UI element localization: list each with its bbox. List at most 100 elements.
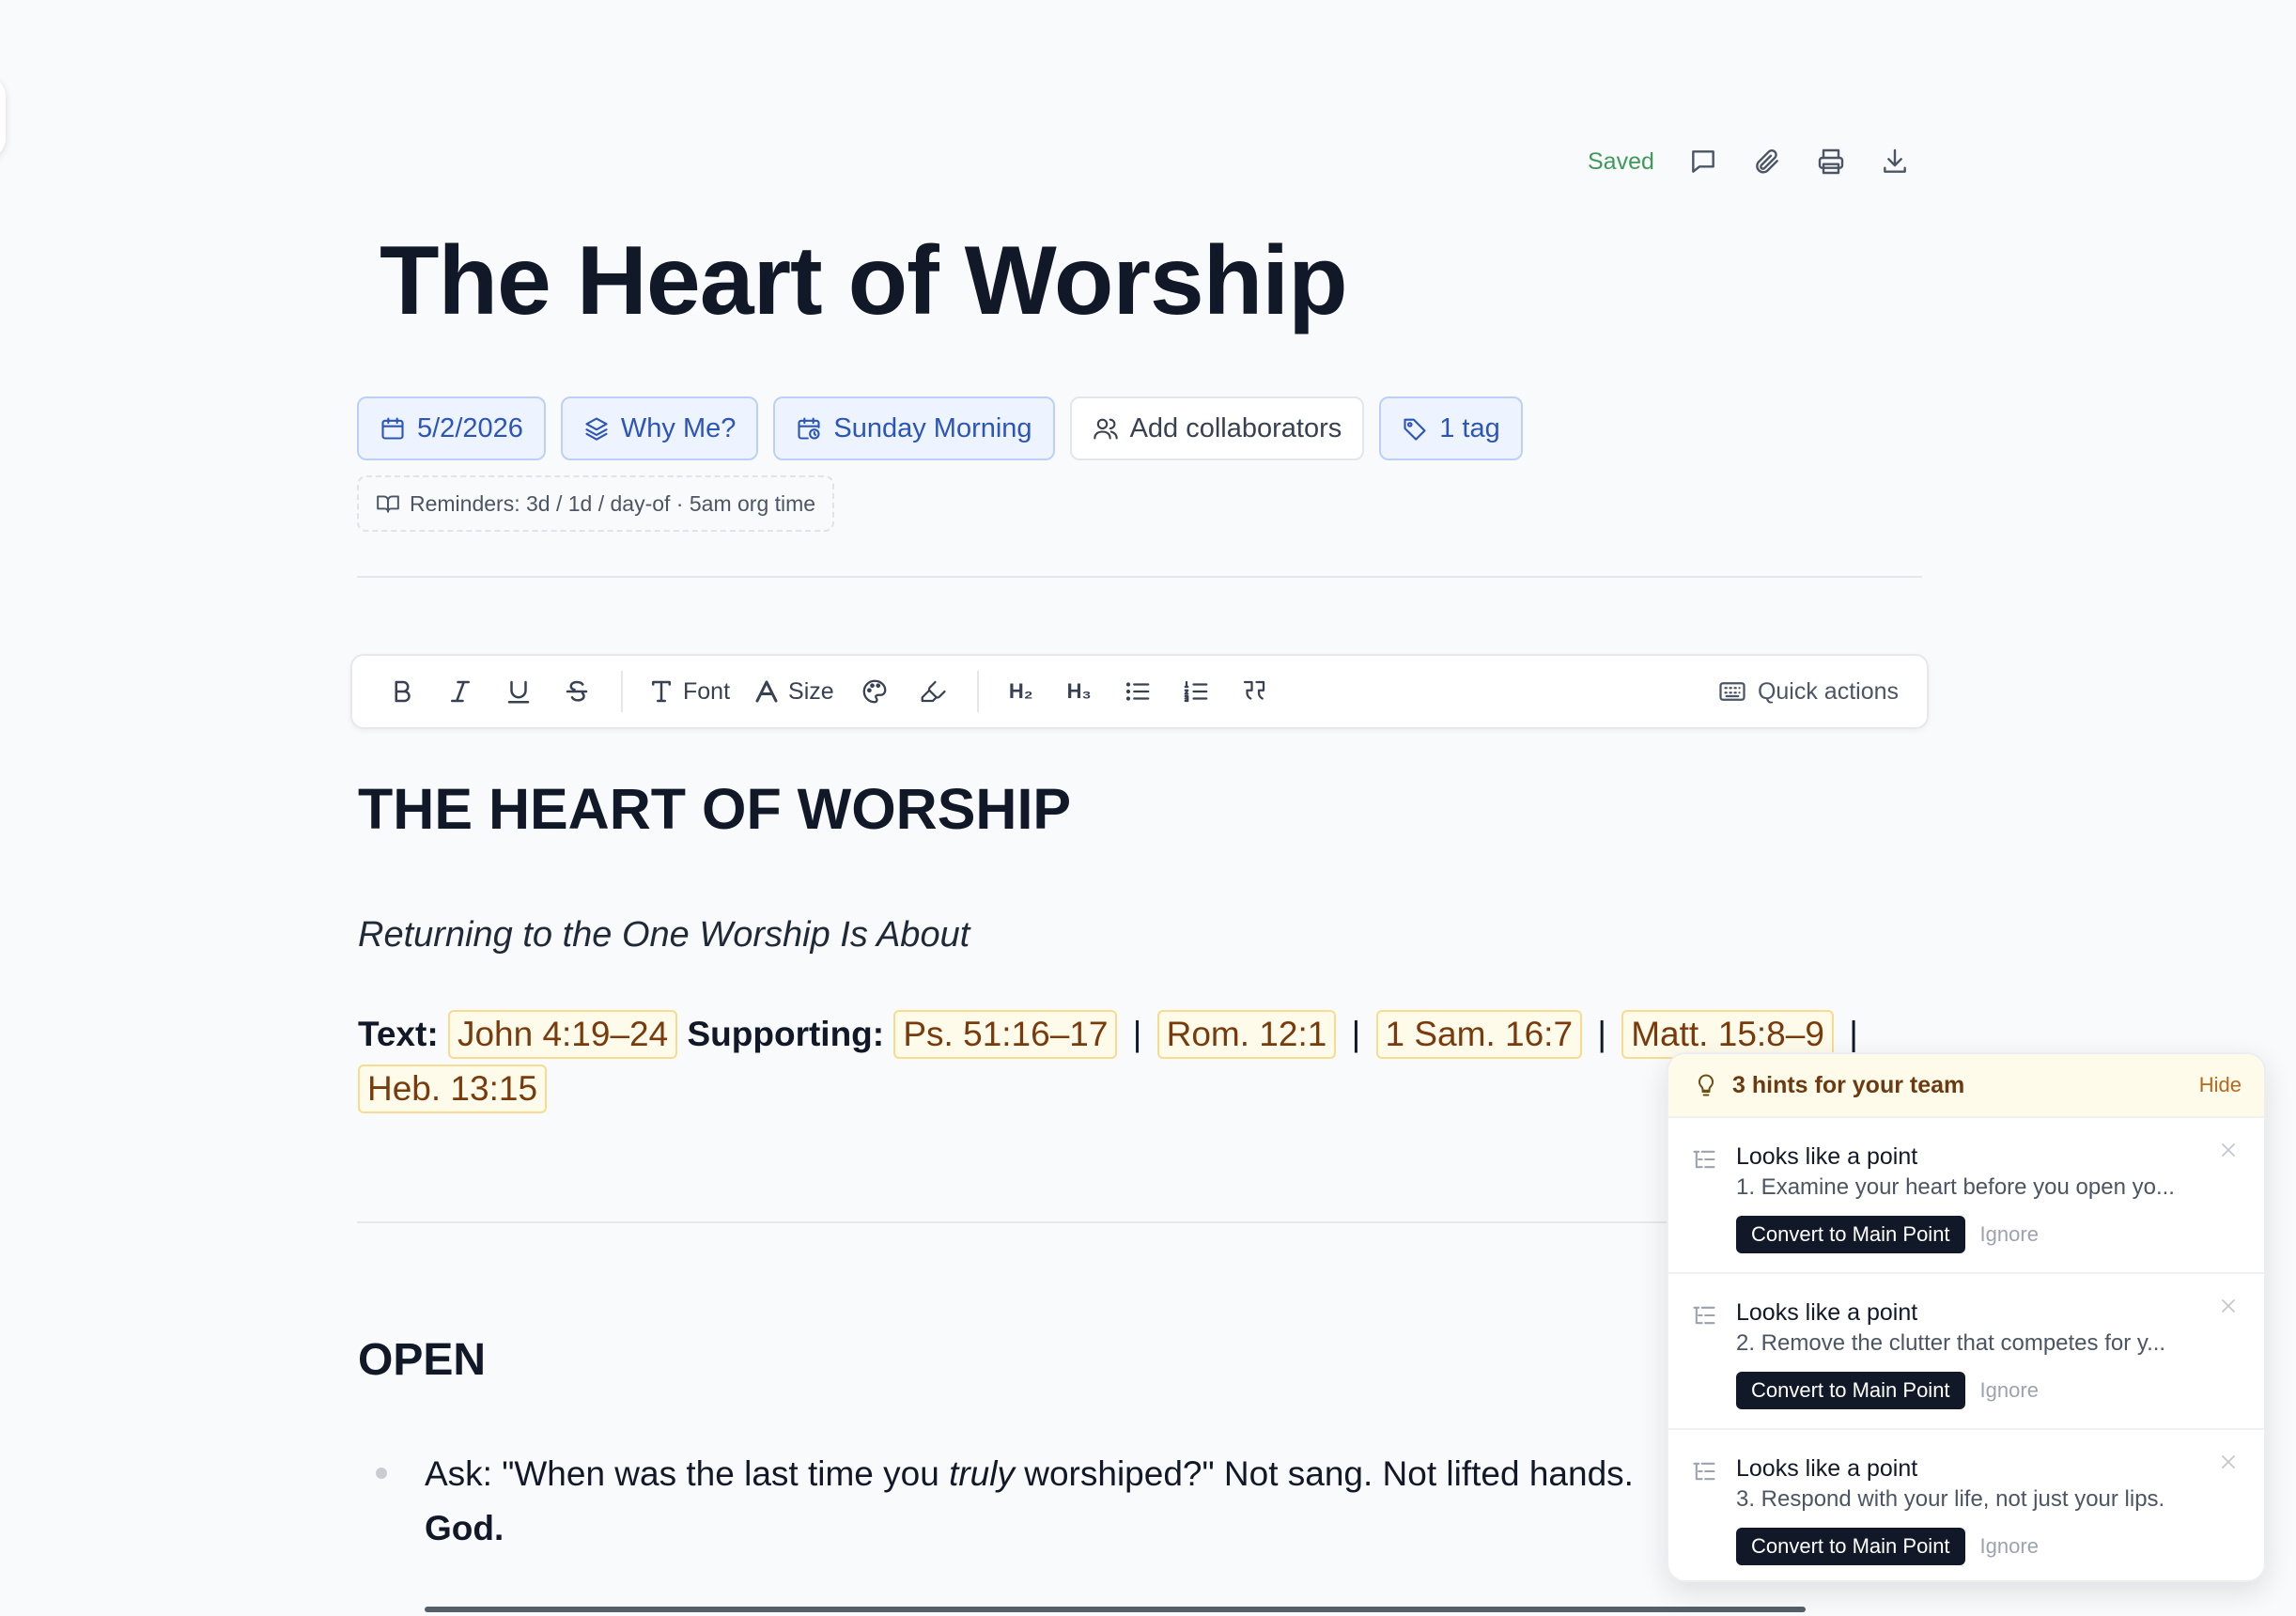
editor-toolbar: Font Size H₂ H₃ Quick actions: [350, 654, 1929, 729]
font-icon: [652, 680, 671, 703]
dismiss-hint-button[interactable]: [2217, 1451, 2240, 1473]
scripture-reference[interactable]: Rom. 12:1: [1156, 1010, 1337, 1059]
ignore-hint-button[interactable]: Ignore: [1980, 1534, 2039, 1559]
hint-card: Looks like a point 1. Examine your heart…: [1668, 1118, 2264, 1274]
service-chip[interactable]: Sunday Morning: [773, 396, 1055, 460]
series-chip[interactable]: Why Me?: [560, 396, 759, 460]
collapsed-sidebar-tab[interactable]: [0, 75, 6, 160]
hint-title: Looks like a point: [1736, 1143, 1918, 1170]
hint-description: 1. Examine your heart before you open yo…: [1736, 1174, 2175, 1200]
printer-icon[interactable]: [1816, 147, 1846, 177]
convert-to-main-point-button[interactable]: Convert to Main Point: [1736, 1372, 1965, 1409]
quick-actions-button[interactable]: Quick actions: [1718, 677, 1899, 706]
sermon-heading[interactable]: THE HEART OF WORSHIP: [358, 776, 1071, 842]
numbered-list-button[interactable]: [1172, 665, 1219, 718]
reminders-badge[interactable]: Reminders: 3d / 1d / day-of · 5am org ti…: [357, 475, 835, 532]
hint-actions: Convert to Main Point Ignore: [1736, 1528, 2236, 1565]
bold-text: God.: [425, 1509, 504, 1547]
add-collaborators-button[interactable]: Add collaborators: [1069, 396, 1365, 460]
hints-header: 3 hints for your team Hide: [1668, 1054, 2264, 1118]
sermon-subtitle[interactable]: Returning to the One Worship Is About: [358, 915, 970, 956]
calendar-clock-icon: [796, 415, 822, 442]
palette-icon: [862, 679, 887, 704]
font-button[interactable]: Font: [642, 665, 736, 718]
add-collaborators-label: Add collaborators: [1129, 412, 1342, 443]
team-hints-panel: 3 hints for your team Hide Looks like a …: [1667, 1052, 2266, 1582]
heading-3-label: H₃: [1066, 679, 1092, 703]
text-size-icon: [755, 680, 778, 703]
convert-to-main-point-button[interactable]: Convert to Main Point: [1736, 1216, 1965, 1253]
lightbulb-icon: [1693, 1072, 1719, 1098]
strikethrough-icon: [566, 680, 588, 702]
bullet-dot: [376, 1468, 387, 1479]
scripture-reference[interactable]: John 4:19–24: [447, 1010, 678, 1059]
date-chip[interactable]: 5/2/2026: [357, 396, 546, 460]
dismiss-hint-button[interactable]: [2217, 1295, 2240, 1317]
hint-card: Looks like a point 2. Remove the clutter…: [1668, 1274, 2264, 1430]
reference-separator: |: [1132, 1015, 1142, 1053]
hint-description: 3. Respond with your life, not just your…: [1736, 1486, 2165, 1512]
text-color-button[interactable]: [851, 665, 898, 718]
quick-actions-label: Quick actions: [1757, 677, 1899, 705]
ignore-hint-button[interactable]: Ignore: [1980, 1378, 2039, 1403]
date-chip-label: 5/2/2026: [417, 412, 523, 443]
hints-title: 3 hints for your team: [1732, 1071, 1965, 1098]
hide-hints-button[interactable]: Hide: [2199, 1073, 2242, 1097]
tags-chip[interactable]: 1 tag: [1379, 396, 1523, 460]
list-item-cutoff: [425, 1597, 1834, 1616]
close-icon: [2222, 1455, 2235, 1468]
italic-icon: [451, 680, 470, 703]
strikethrough-button[interactable]: [553, 665, 600, 718]
heading-3-button[interactable]: H₃: [1056, 665, 1103, 718]
ignore-hint-button[interactable]: Ignore: [1980, 1222, 2039, 1247]
document-title[interactable]: The Heart of Worship: [380, 225, 1348, 337]
tags-chip-label: 1 tag: [1439, 412, 1500, 443]
size-button[interactable]: Size: [747, 665, 840, 718]
list-tree-icon: [1691, 1458, 1717, 1484]
keyboard-icon: [1719, 682, 1745, 701]
bold-icon: [395, 680, 411, 703]
paperclip-icon[interactable]: [1752, 147, 1782, 177]
font-button-label: Font: [683, 677, 731, 705]
underline-icon: [507, 680, 530, 704]
reference-separator: |: [1849, 1015, 1858, 1053]
reference-separator: |: [1351, 1015, 1361, 1053]
hint-title: Looks like a point: [1736, 1299, 1918, 1326]
highlighter-icon: [921, 680, 946, 703]
reminders-label: Reminders: 3d / 1d / day-of · 5am org ti…: [410, 490, 816, 516]
list-tree-icon: [1691, 1146, 1717, 1173]
heading-2-button[interactable]: H₂: [998, 665, 1045, 718]
hint-actions: Convert to Main Point Ignore: [1736, 1216, 2236, 1253]
bold-button[interactable]: [379, 665, 426, 718]
reference-separator: |: [1597, 1015, 1606, 1053]
underline-button[interactable]: [495, 665, 542, 718]
bullet-list-icon: [1125, 682, 1150, 701]
scripture-reference[interactable]: Heb. 13:15: [358, 1064, 548, 1113]
heading-2-label: H₂: [1008, 679, 1033, 703]
supporting-label: Supporting:: [687, 1015, 885, 1053]
emphasis-text: truly: [949, 1454, 1015, 1493]
text-label: Text:: [358, 1015, 439, 1053]
dismiss-hint-button[interactable]: [2217, 1139, 2240, 1161]
hint-title: Looks like a point: [1736, 1455, 1918, 1482]
highlight-button[interactable]: [909, 665, 956, 718]
section-heading-open[interactable]: OPEN: [358, 1334, 486, 1386]
layers-icon: [583, 415, 610, 442]
hint-actions: Convert to Main Point Ignore: [1736, 1372, 2236, 1409]
comment-icon[interactable]: [1688, 147, 1718, 177]
list-tree-icon: [1691, 1302, 1717, 1329]
bullet-list-button[interactable]: [1114, 665, 1161, 718]
quote-icon: [1243, 680, 1264, 700]
calendar-icon: [380, 415, 406, 442]
close-icon: [2222, 1299, 2235, 1313]
download-icon[interactable]: [1880, 147, 1910, 177]
numbered-list-icon: [1184, 680, 1208, 703]
convert-to-main-point-button[interactable]: Convert to Main Point: [1736, 1528, 1965, 1565]
book-open-icon: [376, 491, 400, 516]
size-button-label: Size: [788, 677, 834, 705]
scripture-reference[interactable]: Ps. 51:16–17: [893, 1010, 1118, 1059]
scripture-reference[interactable]: 1 Sam. 16:7: [1375, 1010, 1583, 1059]
toolbar-separator: [621, 671, 623, 712]
blockquote-button[interactable]: [1231, 665, 1278, 718]
italic-button[interactable]: [437, 665, 484, 718]
